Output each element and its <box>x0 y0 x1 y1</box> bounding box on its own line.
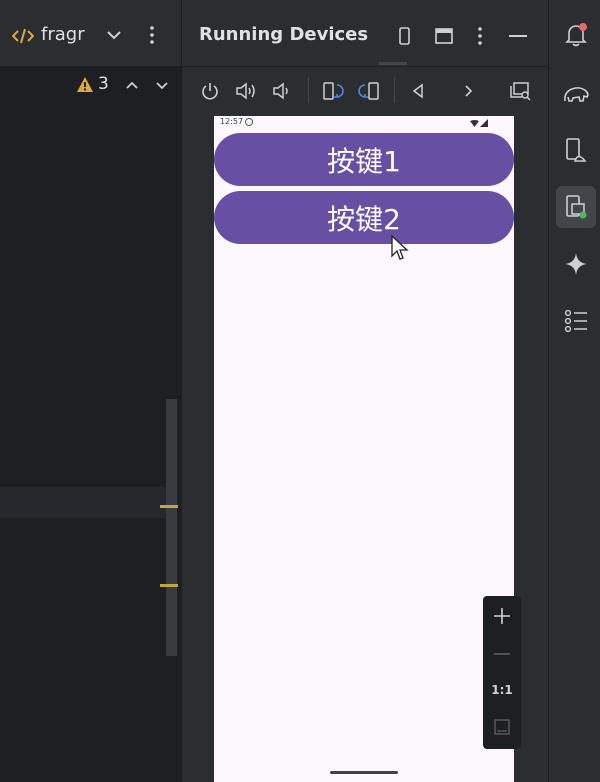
right-tool-strip <box>548 0 600 782</box>
button-2[interactable]: 按键2 <box>214 191 514 244</box>
signal-icon <box>479 118 489 128</box>
panel-title: Running Devices <box>199 24 369 45</box>
wifi-icon <box>469 118 479 128</box>
running-devices-header: Running Devices <box>182 0 549 66</box>
volume-up-icon[interactable] <box>234 79 258 103</box>
back-icon[interactable] <box>406 79 430 103</box>
minimize-icon[interactable] <box>506 24 530 48</box>
warning-icon <box>76 75 94 93</box>
editor-tab-label: fragr <box>41 24 85 45</box>
chevron-down-icon[interactable] <box>103 24 125 46</box>
editor-panel: fragr 3 <box>0 0 181 782</box>
previous-highlight-icon[interactable] <box>122 75 142 95</box>
device-tab-icon[interactable] <box>394 24 414 48</box>
gradle-elephant-icon[interactable] <box>561 80 591 108</box>
current-line-highlight <box>0 487 166 518</box>
volume-down-icon[interactable] <box>270 79 294 103</box>
notifications-icon[interactable] <box>563 22 589 48</box>
rotate-left-icon[interactable] <box>320 79 346 103</box>
error-stripe-marker[interactable] <box>160 584 178 587</box>
structure-list-icon[interactable] <box>563 308 589 334</box>
device-manager-icon[interactable] <box>563 136 589 164</box>
active-tab-underline <box>379 62 407 65</box>
zoom-out-icon[interactable] <box>490 642 514 666</box>
gesture-navigation-bar[interactable] <box>330 771 398 774</box>
status-time: 12:57 <box>220 117 244 126</box>
warning-count: 3 <box>98 74 109 94</box>
next-highlight-icon[interactable] <box>152 75 172 95</box>
device-screen[interactable]: 12:57 按键1 按键2 <box>214 116 514 782</box>
editor-tab[interactable]: fragr <box>0 0 100 66</box>
warnings-indicator[interactable]: 3 <box>76 74 116 96</box>
status-bar: 12:57 <box>214 116 514 130</box>
running-devices-tool-button[interactable] <box>556 186 596 228</box>
forward-icon[interactable] <box>456 79 480 103</box>
zoom-fit-icon[interactable] <box>492 717 512 737</box>
editor-tab-bar: fragr <box>0 0 181 66</box>
mouse-cursor-icon <box>390 234 410 262</box>
window-layout-icon[interactable] <box>432 24 456 48</box>
toolbar-separator <box>394 77 395 103</box>
error-stripe-marker[interactable] <box>160 505 178 508</box>
running-devices-icon <box>564 194 588 220</box>
zoom-actual-size-button[interactable]: 1:1 <box>483 683 521 697</box>
inspection-bar: 3 <box>0 66 181 104</box>
toolbar-separator <box>308 77 309 103</box>
more-vertical-icon[interactable] <box>141 24 163 46</box>
zoom-controls: 1:1 <box>483 596 521 749</box>
button-1[interactable]: 按键1 <box>214 133 514 186</box>
code-icon <box>11 26 35 46</box>
settings-icon <box>245 118 253 126</box>
zoom-in-icon[interactable] <box>490 604 514 628</box>
editor-scrollbar[interactable] <box>166 399 177 656</box>
device-toolbar <box>182 66 549 115</box>
gemini-icon[interactable] <box>563 251 589 277</box>
more-vertical-icon[interactable] <box>469 24 491 48</box>
rotate-right-icon[interactable] <box>356 79 382 103</box>
screenshot-icon[interactable] <box>508 79 534 103</box>
power-icon[interactable] <box>198 79 222 103</box>
